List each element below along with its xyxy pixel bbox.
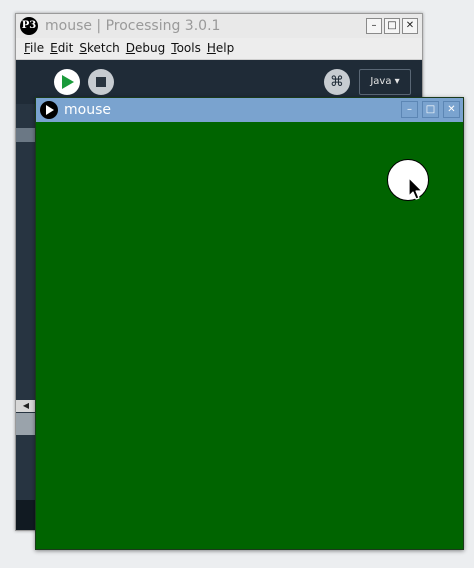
ide-titlebar[interactable]: P3 mouse | Processing 3.0.1 – □ ✕ [16, 14, 422, 39]
sketch-maximize-button[interactable]: □ [422, 101, 439, 118]
sketch-window-title: mouse [64, 102, 111, 118]
menu-edit[interactable]: Edit [50, 38, 73, 59]
processing-logo-icon: P3 [20, 17, 38, 35]
stop-button[interactable] [88, 69, 114, 95]
ide-window-title: mouse | Processing 3.0.1 [45, 18, 221, 34]
mode-selector[interactable]: Java ▾ [359, 69, 411, 95]
sketch-minimize-button[interactable]: – [401, 101, 418, 118]
menu-tools[interactable]: Tools [171, 38, 201, 59]
ide-window-controls: – □ ✕ [366, 18, 418, 34]
play-icon [46, 105, 54, 115]
run-button[interactable] [54, 69, 80, 95]
sketch-window-controls: – □ ✕ [401, 101, 460, 118]
scroll-left-arrow[interactable]: ◀ [16, 400, 36, 412]
debug-icon: ⌘ [330, 74, 344, 90]
sketch-titlebar[interactable]: mouse – □ ✕ [36, 98, 463, 122]
menu-debug[interactable]: Debug [126, 38, 165, 59]
menu-help[interactable]: Help [207, 38, 234, 59]
debug-button[interactable]: ⌘ [324, 69, 350, 95]
mouse-cursor-icon [408, 177, 423, 200]
editor-gutter: ◀ [16, 104, 36, 500]
sketch-canvas[interactable] [36, 122, 463, 549]
sketch-window-icon [40, 101, 58, 119]
gutter-scroll-thumb[interactable] [16, 413, 36, 435]
ide-close-button[interactable]: ✕ [402, 18, 418, 34]
ide-minimize-button[interactable]: – [366, 18, 382, 34]
sketch-window: mouse – □ ✕ [35, 97, 464, 550]
gutter-marker [16, 128, 36, 142]
run-icon [62, 75, 74, 89]
menu-file[interactable]: File [24, 38, 44, 59]
ide-maximize-button[interactable]: □ [384, 18, 400, 34]
sketch-close-button[interactable]: ✕ [443, 101, 460, 118]
menu-sketch[interactable]: Sketch [79, 38, 119, 59]
ide-menubar: File Edit Sketch Debug Tools Help [16, 38, 422, 60]
